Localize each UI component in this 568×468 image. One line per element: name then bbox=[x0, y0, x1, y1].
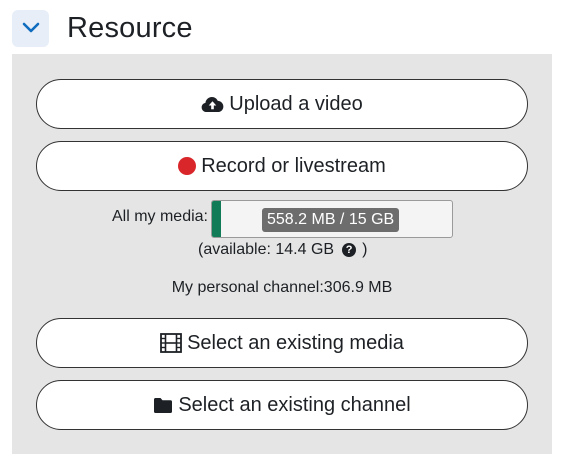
cloud-upload-icon bbox=[201, 96, 224, 113]
personal-channel-label: My personal channel: bbox=[171, 279, 324, 296]
select-existing-channel-label: Select an existing channel bbox=[178, 393, 411, 416]
select-existing-channel-button[interactable]: Select an existing channel bbox=[36, 380, 528, 430]
section-title: Resource bbox=[67, 11, 193, 44]
all-media-label: All my media: bbox=[111, 208, 208, 225]
chevron-down-icon bbox=[22, 22, 39, 33]
upload-video-label: Upload a video bbox=[229, 92, 363, 115]
upload-video-button[interactable]: Upload a video bbox=[36, 79, 528, 129]
media-usage-progress-fill bbox=[212, 201, 221, 237]
film-icon bbox=[160, 333, 182, 353]
collapse-toggle-button[interactable] bbox=[12, 9, 49, 47]
resource-panel: Upload a video Record or livestream All … bbox=[12, 54, 552, 454]
personal-channel-value: 306.9 MB bbox=[323, 279, 393, 296]
question-circle-icon[interactable]: ? bbox=[342, 243, 357, 257]
available-close-paren: ) bbox=[362, 241, 368, 258]
media-usage-row: All my media: 558.2 MB / 15 GB bbox=[12, 200, 552, 238]
section-header: Resource bbox=[12, 8, 552, 48]
record-dot-icon bbox=[178, 157, 197, 175]
folder-icon bbox=[153, 397, 173, 414]
media-usage-text: 558.2 MB / 15 GB bbox=[262, 208, 400, 232]
record-livestream-label: Record or livestream bbox=[201, 154, 386, 177]
personal-channel-info: My personal channel:306.9 MB bbox=[12, 279, 552, 297]
select-existing-media-button[interactable]: Select an existing media bbox=[36, 318, 528, 368]
available-text: (available: 14.4 GB bbox=[198, 241, 335, 258]
record-livestream-button[interactable]: Record or livestream bbox=[36, 141, 528, 191]
media-usage-progress-bar: 558.2 MB / 15 GB bbox=[211, 200, 453, 238]
select-existing-media-label: Select an existing media bbox=[187, 331, 404, 354]
available-space: (available: 14.4 GB ? ) bbox=[198, 241, 367, 259]
